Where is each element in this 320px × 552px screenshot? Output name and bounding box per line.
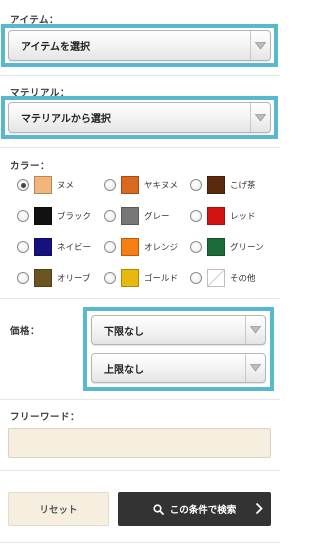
color-option-green[interactable]: グリーン — [190, 236, 264, 258]
color-option-label: オレンジ — [144, 243, 179, 253]
color-option-olive[interactable]: オリーブ — [17, 267, 91, 289]
color-option-black[interactable]: ブラック — [17, 205, 91, 227]
color-swatch — [121, 238, 139, 256]
divider — [0, 298, 280, 299]
reset-button-label: リセット — [39, 505, 78, 516]
color-option-gray[interactable]: グレー — [104, 205, 170, 227]
color-option-label: こげ茶 — [230, 181, 256, 191]
color-option-label: オリーブ — [57, 274, 91, 284]
search-button[interactable]: この条件で検索 — [118, 492, 271, 526]
color-swatch — [121, 207, 139, 225]
price-min-arrow — [245, 316, 265, 344]
radio-button[interactable] — [104, 241, 116, 253]
color-swatch — [207, 207, 225, 225]
price-max-select[interactable]: 上限なし — [91, 353, 266, 383]
color-option-label: ヤキヌメ — [144, 181, 179, 191]
chevron-down-icon — [250, 364, 261, 372]
color-option-label: ネイビー — [57, 243, 92, 253]
material-select[interactable]: マテリアルから選択 — [8, 102, 271, 133]
price-max-arrow — [245, 354, 265, 382]
price-min-value: 下限なし — [104, 326, 144, 338]
item-select-arrow — [250, 31, 270, 60]
freeword-label: フリーワード： — [10, 412, 81, 423]
radio-button[interactable] — [104, 210, 116, 222]
color-swatch — [207, 238, 225, 256]
chevron-down-icon — [250, 326, 261, 334]
color-option-label: ヌメ — [57, 181, 75, 191]
material-select-arrow — [250, 103, 270, 132]
color-option-kogecha[interactable]: こげ茶 — [190, 174, 256, 196]
color-option-label: その他 — [230, 274, 256, 284]
radio-button[interactable] — [104, 272, 116, 284]
radio-button[interactable] — [190, 241, 202, 253]
item-select-value: アイテムを選択 — [21, 42, 90, 53]
color-swatch — [34, 238, 52, 256]
chevron-right-icon — [255, 502, 263, 515]
color-swatch — [34, 207, 52, 225]
radio-button[interactable] — [17, 241, 29, 253]
divider — [0, 75, 280, 76]
radio-button[interactable] — [190, 179, 202, 191]
search-icon — [153, 503, 164, 515]
price-max-value: 上限なし — [104, 364, 144, 376]
color-swatch — [121, 176, 139, 194]
chevron-down-icon — [255, 41, 266, 50]
color-swatch — [34, 176, 52, 194]
color-option-label: ゴールド — [144, 274, 179, 284]
divider — [0, 542, 280, 543]
color-option-yakinume[interactable]: ヤキヌメ — [104, 174, 178, 196]
color-label: カラー： — [10, 161, 51, 172]
divider — [0, 470, 280, 471]
color-option-red[interactable]: レッド — [190, 205, 256, 227]
color-swatch — [121, 269, 139, 287]
color-option-nume[interactable]: ヌメ — [17, 174, 74, 196]
diagonal-line-icon — [208, 270, 224, 286]
search-button-label: この条件で検索 — [169, 505, 237, 516]
material-select-value: マテリアルから選択 — [21, 114, 111, 125]
radio-button[interactable] — [17, 179, 29, 191]
color-option-label: レッド — [230, 212, 256, 222]
color-option-other[interactable]: その他 — [190, 267, 256, 289]
reset-button[interactable]: リセット — [8, 492, 109, 526]
color-option-orange[interactable]: オレンジ — [104, 236, 178, 258]
chevron-down-icon — [255, 113, 266, 122]
color-option-navy[interactable]: ネイビー — [17, 236, 91, 258]
radio-button[interactable] — [17, 210, 29, 222]
color-option-gold[interactable]: ゴールド — [104, 267, 178, 289]
radio-button[interactable] — [17, 272, 29, 284]
color-swatch — [207, 176, 225, 194]
freeword-input[interactable] — [8, 428, 271, 458]
radio-button[interactable] — [104, 179, 116, 191]
color-swatch — [34, 269, 52, 287]
price-label: 価格： — [10, 326, 41, 337]
color-swatch — [207, 269, 225, 287]
item-select[interactable]: アイテムを選択 — [8, 30, 271, 61]
divider — [0, 147, 280, 148]
radio-button[interactable] — [190, 272, 202, 284]
radio-button[interactable] — [190, 210, 202, 222]
color-option-label: グレー — [144, 212, 170, 222]
divider — [0, 399, 280, 400]
color-option-label: グリーン — [230, 243, 264, 253]
price-min-select[interactable]: 下限なし — [91, 315, 266, 345]
color-option-label: ブラック — [57, 212, 92, 222]
